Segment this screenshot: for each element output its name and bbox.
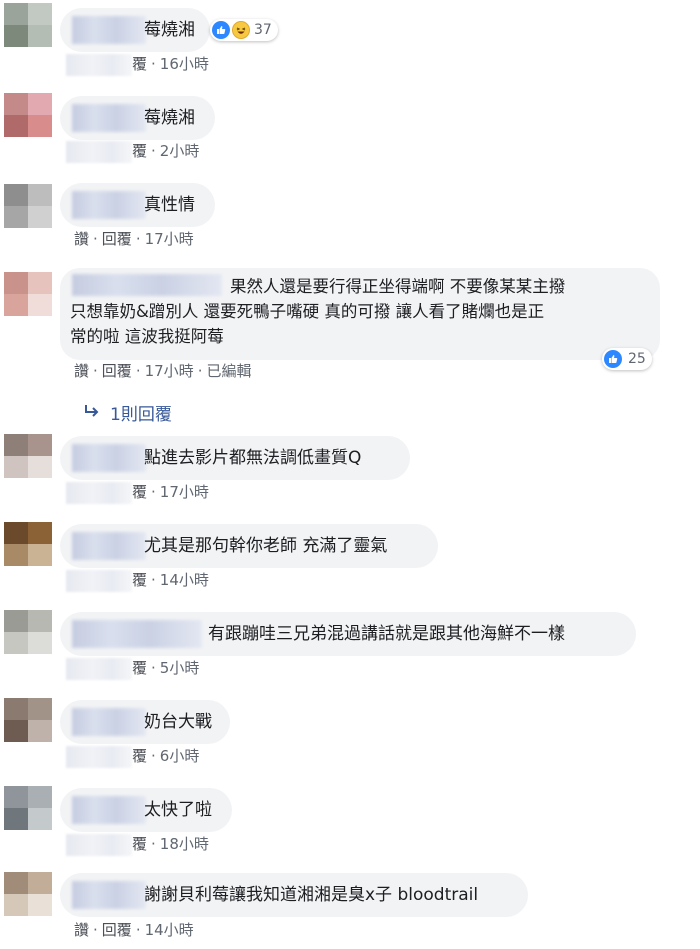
reply-action[interactable]: 覆 <box>132 571 147 589</box>
commenter-name[interactable] <box>72 16 146 44</box>
comment-meta: 覆 · 17小時 <box>66 481 209 504</box>
comment-time[interactable]: 14小時 <box>160 571 209 589</box>
avatar[interactable] <box>4 3 52 47</box>
avatar[interactable] <box>4 698 52 742</box>
comment-bubble: 謝謝貝利莓讓我知道湘湘是臭x子 bloodtrail <box>60 873 528 917</box>
reaction-count: 37 <box>254 22 272 38</box>
comment-bubble: 莓燒湘 <box>60 96 215 140</box>
comment-meta: 覆 · 6小時 <box>66 745 200 768</box>
comment-time[interactable]: 17小時 <box>145 230 194 248</box>
like-icon <box>212 21 230 39</box>
comment-bubble: 莓燒湘 <box>60 8 210 52</box>
commenter-name[interactable] <box>72 191 146 219</box>
commenter-name[interactable] <box>72 532 146 560</box>
reply-action[interactable]: 覆 <box>132 747 147 765</box>
comment-text: 謝謝貝利莓讓我知道湘湘是臭x子 bloodtrail <box>144 885 479 905</box>
comment-text: 莓燒湘 <box>144 20 195 40</box>
comment-time[interactable]: 17小時 <box>145 362 194 380</box>
comment-bubble: 真性情 <box>60 183 215 227</box>
comment-meta: 覆 · 5小時 <box>66 657 200 680</box>
reply-arrow-icon <box>84 402 100 423</box>
comment-text: 尤其是那句幹你老師 充滿了靈氣 <box>144 536 388 556</box>
avatar[interactable] <box>4 522 52 566</box>
avatar[interactable] <box>4 872 52 916</box>
reaction-count: 25 <box>628 351 646 367</box>
comment-meta: 讚 · 回覆 · 14小時 <box>74 921 194 939</box>
reply-action[interactable]: 覆 <box>132 483 147 501</box>
comment-text: 果然人還是要行得正坐得端啊 不要像某某主撥 只想靠奶&蹭別人 還要死鴨子嘴硬 真… <box>70 277 566 346</box>
commenter-name[interactable] <box>72 796 146 824</box>
commenter-name[interactable] <box>72 620 202 648</box>
reply-action[interactable]: 覆 <box>132 835 147 853</box>
reply-action[interactable]: 回覆 <box>102 921 132 939</box>
edited-label[interactable]: 已編輯 <box>206 362 251 380</box>
comment-meta: 覆 · 14小時 <box>66 569 209 592</box>
comment-time[interactable]: 2小時 <box>160 142 200 160</box>
comment-time[interactable]: 17小時 <box>160 483 209 501</box>
commenter-name[interactable] <box>72 104 146 132</box>
reaction-summary[interactable]: 37 <box>210 19 278 41</box>
comment-text: 有跟蹦哇三兄弟混過講話就是跟其他海鮮不一樣 <box>208 624 565 644</box>
view-replies-label[interactable]: 1則回覆 <box>110 400 172 425</box>
comment-meta: 讚 · 回覆 · 17小時 · 已編輯 <box>74 362 252 380</box>
haha-icon <box>232 21 250 39</box>
comment-bubble: 點進去影片都無法調低畫質Q <box>60 436 410 480</box>
comment-meta: 覆 · 2小時 <box>66 140 200 163</box>
comment-text: 點進去影片都無法調低畫質Q <box>144 448 362 468</box>
avatar[interactable] <box>4 93 52 137</box>
avatar[interactable] <box>4 272 52 316</box>
reaction-summary[interactable]: 25 <box>602 348 652 370</box>
commenter-name[interactable] <box>72 881 146 909</box>
like-action[interactable]: 讚 <box>74 921 89 939</box>
comment-time[interactable]: 6小時 <box>160 747 200 765</box>
commenter-name[interactable] <box>72 708 146 736</box>
view-replies-link[interactable]: 1則回覆 <box>84 400 172 425</box>
comment-text: 太快了啦 <box>144 800 212 820</box>
reply-action[interactable]: 回覆 <box>102 230 132 248</box>
reply-action[interactable]: 覆 <box>132 659 147 677</box>
comment-time[interactable]: 18小時 <box>160 835 209 853</box>
avatar[interactable] <box>4 434 52 478</box>
comment-bubble: 太快了啦 <box>60 788 232 832</box>
comment-bubble: 果然人還是要行得正坐得端啊 不要像某某主撥 只想靠奶&蹭別人 還要死鴨子嘴硬 真… <box>60 268 660 360</box>
comment-time[interactable]: 14小時 <box>145 921 194 939</box>
comment-bubble: 尤其是那句幹你老師 充滿了靈氣 <box>60 524 438 568</box>
reply-action[interactable]: 覆 <box>132 55 147 73</box>
reply-action[interactable]: 回覆 <box>102 362 132 380</box>
comment-meta: 讚 · 回覆 · 17小時 <box>74 230 194 248</box>
avatar[interactable] <box>4 610 52 654</box>
comment-text: 莓燒湘 <box>144 108 195 128</box>
comment-bubble: 奶台大戰 <box>60 700 230 744</box>
like-action[interactable]: 讚 <box>74 362 89 380</box>
comment-text: 真性情 <box>144 195 195 215</box>
comment-time[interactable]: 5小時 <box>160 659 200 677</box>
reply-action[interactable]: 覆 <box>132 142 147 160</box>
comment-time[interactable]: 16小時 <box>160 55 209 73</box>
like-action[interactable]: 讚 <box>74 230 89 248</box>
comment-meta: 覆 · 18小時 <box>66 833 209 856</box>
comment-text: 奶台大戰 <box>144 712 212 732</box>
avatar[interactable] <box>4 184 52 228</box>
avatar[interactable] <box>4 786 52 830</box>
commenter-name[interactable] <box>72 444 146 472</box>
like-icon <box>604 350 622 368</box>
comment-meta: 覆 · 16小時 <box>66 53 209 76</box>
comment-bubble: 有跟蹦哇三兄弟混過講話就是跟其他海鮮不一樣 <box>60 612 636 656</box>
